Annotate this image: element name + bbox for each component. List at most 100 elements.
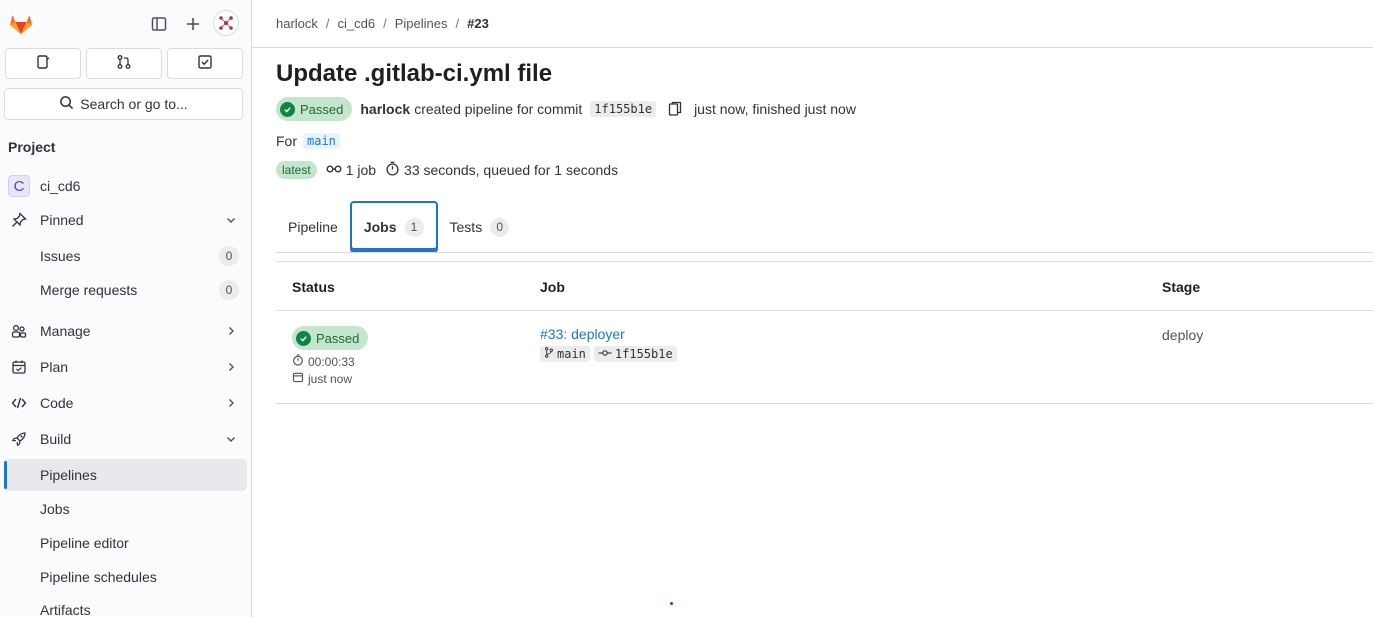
tab-label: Jobs xyxy=(363,219,397,235)
table-header: Status Job Stage xyxy=(276,261,1373,311)
ref-link[interactable]: main xyxy=(303,133,340,149)
timer-icon xyxy=(292,354,304,369)
duration-text: 33 seconds, queued for 1 seconds xyxy=(404,162,619,178)
breadcrumb-separator: / xyxy=(455,16,460,31)
page-title: Update .gitlab-ci.yml file xyxy=(276,60,553,87)
calendar-icon xyxy=(10,358,28,376)
sidebar-item-issues[interactable]: Issues 0 xyxy=(4,240,247,272)
breadcrumb-item-user[interactable]: harlock xyxy=(276,16,318,31)
search-label: Search or go to... xyxy=(80,96,188,112)
tab-label: Pipeline xyxy=(288,219,338,235)
breadcrumb-separator: / xyxy=(383,16,387,31)
ref-line: For main xyxy=(276,133,340,149)
users-icon xyxy=(10,322,28,340)
sidebar-item-label: Issues xyxy=(40,248,81,264)
job-link[interactable]: #33: deployer xyxy=(540,326,677,342)
jobs-count: 1 job xyxy=(326,162,376,178)
merge-request-icon xyxy=(116,54,132,73)
chevron-right-icon xyxy=(225,325,237,337)
main-content: harlock / ci_cd6 / Pipelines / #23 Updat… xyxy=(252,0,1373,617)
tab-count-badge: 1 xyxy=(404,217,424,237)
branch-ref[interactable]: main xyxy=(540,346,590,362)
pipeline-meta: Passed harlock created pipeline for comm… xyxy=(276,97,856,121)
breadcrumb-item-project[interactable]: ci_cd6 xyxy=(338,16,376,31)
sidebar-item-label: Pipeline schedules xyxy=(40,569,157,585)
sidebar-toggle-icon[interactable] xyxy=(146,11,172,37)
sidebar-item-project[interactable]: C ci_cd6 xyxy=(4,170,247,202)
tab-pipeline[interactable]: Pipeline xyxy=(276,201,350,253)
duration-info: 33 seconds, queued for 1 seconds xyxy=(385,161,618,179)
gitlab-logo-icon[interactable] xyxy=(8,11,34,37)
issues-shortcut-button[interactable] xyxy=(5,48,81,79)
commit-icon xyxy=(598,347,612,361)
column-header-job: Job xyxy=(540,279,565,295)
todos-shortcut-button[interactable] xyxy=(167,48,243,79)
sidebar-item-label: ci_cd6 xyxy=(40,178,81,194)
status-label: Passed xyxy=(300,101,344,117)
sidebar-item-manage[interactable]: Manage xyxy=(4,315,247,347)
breadcrumb-separator: / xyxy=(325,16,330,31)
column-header-stage: Stage xyxy=(1162,279,1201,295)
tab-tests[interactable]: Tests 0 xyxy=(438,201,522,253)
column-header-status: Status xyxy=(292,279,335,295)
sidebar-item-label: Artifacts xyxy=(40,602,91,617)
sidebar-item-merge-requests[interactable]: Merge requests 0 xyxy=(4,274,247,306)
sidebar-item-label: Code xyxy=(40,395,74,411)
sidebar-item-label: Pinned xyxy=(40,212,84,228)
breadcrumb-item-current[interactable]: #23 xyxy=(467,16,489,31)
commit-sha[interactable]: 1f155b1e xyxy=(590,101,657,117)
sidebar: Search or go to... Project C ci_cd6 Pinn… xyxy=(0,0,252,617)
sidebar-item-pipeline-schedules[interactable]: Pipeline schedules xyxy=(4,561,247,593)
breadcrumb-item-pipelines[interactable]: Pipelines xyxy=(395,16,448,31)
todo-checkbox-icon xyxy=(197,54,213,73)
pin-icon xyxy=(10,211,28,229)
commit-sha: 1f155b1e xyxy=(614,347,673,361)
app-root: Search or go to... Project C ci_cd6 Pinn… xyxy=(0,0,1373,617)
for-label: For xyxy=(276,133,297,149)
sidebar-item-pinned[interactable]: Pinned xyxy=(4,204,247,236)
plus-icon[interactable] xyxy=(180,11,206,37)
chevron-down-icon xyxy=(225,214,237,226)
copy-icon[interactable] xyxy=(668,101,682,117)
sidebar-item-build[interactable]: Build xyxy=(4,423,247,455)
job-finished: just now xyxy=(292,371,368,386)
merge-requests-shortcut-button[interactable] xyxy=(86,48,162,79)
sidebar-item-jobs[interactable]: Jobs xyxy=(4,493,247,525)
breadcrumb: harlock / ci_cd6 / Pipelines / #23 xyxy=(252,0,1373,48)
job-duration: 00:00:33 xyxy=(292,354,368,369)
pipeline-tabs: Pipeline Jobs 1 Tests 0 xyxy=(276,201,521,253)
status-badge[interactable]: Passed xyxy=(292,326,369,350)
timer-icon xyxy=(385,161,400,179)
tabs-divider xyxy=(276,252,1373,253)
chevron-right-icon xyxy=(225,361,237,373)
finished-value: just now xyxy=(308,371,353,386)
sidebar-item-artifacts[interactable]: Artifacts xyxy=(4,594,247,617)
sidebar-item-pipelines[interactable]: Pipelines xyxy=(4,459,247,491)
time-text: just now, finished just now xyxy=(694,101,856,117)
author-link[interactable]: harlock xyxy=(360,101,410,117)
status-badge[interactable]: Passed xyxy=(276,97,353,121)
commit-ref[interactable]: 1f155b1e xyxy=(593,346,677,362)
tab-jobs[interactable]: Jobs 1 xyxy=(349,201,438,253)
user-avatar[interactable] xyxy=(213,10,239,36)
project-avatar: C xyxy=(8,175,30,197)
calendar-icon xyxy=(292,371,304,386)
code-icon xyxy=(10,394,28,412)
job-refs: main 1f155b1e xyxy=(540,346,677,362)
branch-icon xyxy=(544,347,554,361)
cursor-dot xyxy=(670,602,673,605)
table-row: Passed 00:00:33 just now #33: deployer m… xyxy=(276,311,1373,404)
sidebar-item-code[interactable]: Code xyxy=(4,387,247,419)
sidebar-item-label: Plan xyxy=(40,359,69,375)
chevron-down-icon xyxy=(225,433,237,445)
rocket-icon xyxy=(10,430,28,448)
search-button[interactable]: Search or go to... xyxy=(4,88,243,120)
sidebar-item-pipeline-editor[interactable]: Pipeline editor xyxy=(4,527,247,559)
count-badge: 0 xyxy=(219,246,239,266)
tab-label: Tests xyxy=(449,219,483,235)
sidebar-item-label: Merge requests xyxy=(40,282,138,298)
stage-cell: deploy xyxy=(1162,327,1204,343)
sidebar-item-plan[interactable]: Plan xyxy=(4,351,247,383)
issues-icon xyxy=(35,54,51,73)
jobs-table: Status Job Stage Passed 00:00:33 just no… xyxy=(276,261,1373,404)
